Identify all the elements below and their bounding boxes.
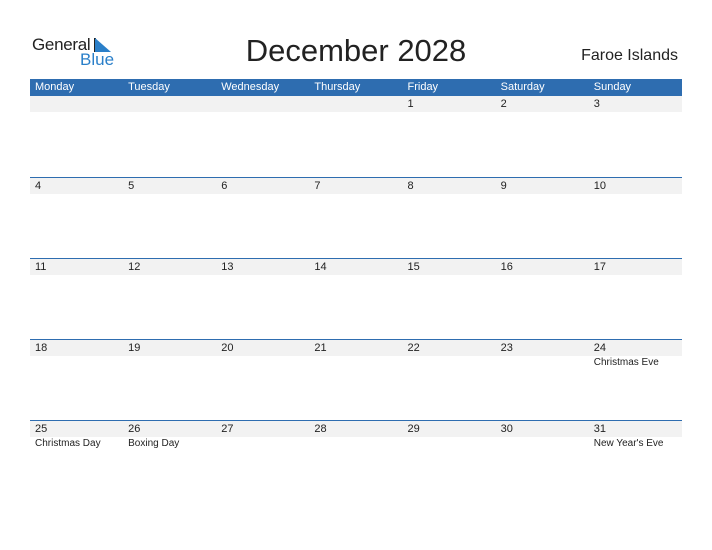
holiday-label <box>30 356 123 370</box>
holiday-label: Christmas Day <box>35 438 101 449</box>
day-number <box>309 96 402 112</box>
weekday-tuesday: Tuesday <box>128 81 170 93</box>
day-number: 4 <box>35 180 42 192</box>
day-number: 13 <box>221 261 234 273</box>
holiday-label <box>123 356 216 370</box>
day-number: 16 <box>500 261 513 273</box>
day-number: 5 <box>128 180 135 192</box>
weekday-thursday: Thursday <box>314 81 361 93</box>
holiday-label <box>496 356 589 370</box>
holiday-label <box>496 437 589 451</box>
day-number: 1 <box>407 98 414 110</box>
day-number: 29 <box>407 423 420 435</box>
weekday-wednesday: Wednesday <box>221 81 280 93</box>
day-number: 18 <box>35 342 48 354</box>
holiday-label: Boxing Day <box>128 438 180 449</box>
day-number: 6 <box>221 180 228 192</box>
week-row: 1 2 3 <box>30 96 682 177</box>
holiday-label: Christmas Eve <box>593 357 659 368</box>
day-number: 24 <box>593 342 606 354</box>
holiday-label <box>309 356 402 370</box>
day-number: 3 <box>593 98 600 110</box>
day-number: 19 <box>128 342 141 354</box>
day-number: 21 <box>314 342 327 354</box>
day-number <box>30 96 123 112</box>
day-number: 28 <box>314 423 327 435</box>
week-row: 4 5 6 7 8 9 10 <box>30 177 682 258</box>
weekday-saturday: Saturday <box>500 81 545 93</box>
day-number: 23 <box>500 342 513 354</box>
day-number: 11 <box>35 261 47 273</box>
weekday-friday: Friday <box>407 81 439 93</box>
day-number: 27 <box>221 423 234 435</box>
day-number: 30 <box>500 423 513 435</box>
holiday-label <box>403 437 496 451</box>
date-strip: 11 12 13 14 15 16 17 <box>30 259 682 275</box>
events-row: Christmas Eve <box>30 356 682 370</box>
day-number: 25 <box>35 423 48 435</box>
holiday-label <box>403 356 496 370</box>
date-strip: 4 5 6 7 8 9 10 <box>30 178 682 194</box>
day-number: 2 <box>500 98 507 110</box>
holiday-label <box>216 356 309 370</box>
date-strip: 25 26 27 28 29 30 31 <box>30 421 682 437</box>
week-row: 25 26 27 28 29 30 31 Christmas Day Boxing Day New… <box>30 420 682 501</box>
day-number: 22 <box>407 342 420 354</box>
date-strip: 18 19 20 21 22 23 24 <box>30 340 682 356</box>
day-number <box>123 96 216 112</box>
day-number: 17 <box>593 261 606 273</box>
region-label: Faroe Islands <box>581 47 678 64</box>
day-number <box>216 96 309 112</box>
day-number: 14 <box>314 261 327 273</box>
holiday-label <box>216 437 309 451</box>
weekday-header: Monday Tuesday Wednesday Thursday Friday… <box>30 79 682 96</box>
holiday-label: New Year's Eve <box>593 438 664 449</box>
day-number: 7 <box>314 180 321 192</box>
day-number: 9 <box>500 180 507 192</box>
day-number: 31 <box>593 423 606 435</box>
day-number: 10 <box>593 180 606 192</box>
day-number: 8 <box>407 180 414 192</box>
holiday-label <box>309 437 402 451</box>
week-row: 11 12 13 14 15 16 17 <box>30 258 682 339</box>
day-number: 26 <box>128 423 141 435</box>
weekday-monday: Monday <box>35 81 75 93</box>
week-row: 18 19 20 21 22 23 24 Christmas Eve <box>30 339 682 420</box>
events-row: Christmas Day Boxing Day New Year's Eve <box>30 437 682 451</box>
weekday-sunday: Sunday <box>593 81 632 93</box>
date-strip: 1 2 3 <box>30 96 682 112</box>
day-number: 20 <box>221 342 234 354</box>
day-number: 15 <box>407 261 420 273</box>
day-number: 12 <box>128 261 141 273</box>
calendar-grid: Monday Tuesday Wednesday Thursday Friday… <box>30 79 682 501</box>
